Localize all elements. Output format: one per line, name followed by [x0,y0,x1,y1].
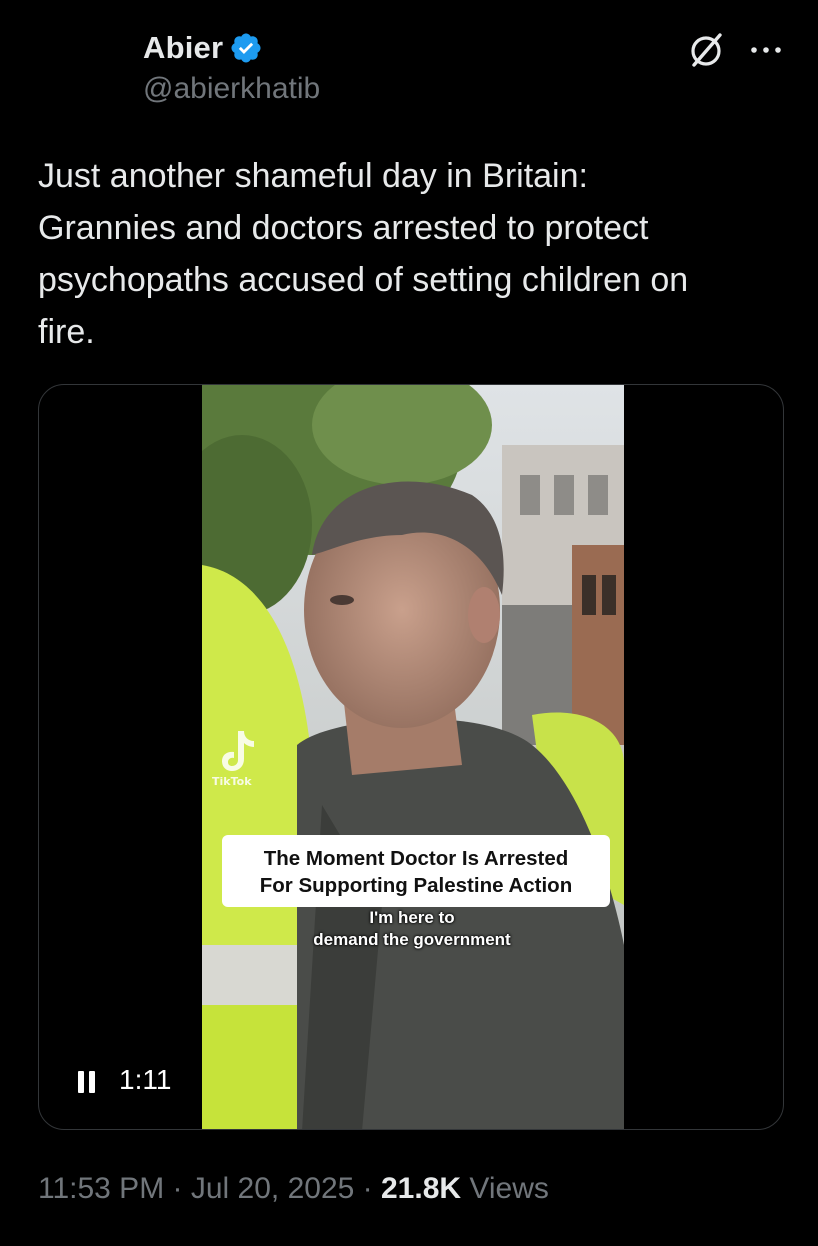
grok-icon[interactable] [686,30,726,70]
views-label: Views [461,1172,549,1205]
video-subtitle-line2: demand the government [313,930,511,949]
tiktok-watermark-text: TikTok [212,775,252,788]
meta-separator: · [164,1172,191,1205]
video-subtitle-line1: I'm here to [369,908,455,927]
tiktok-logo-icon: TikTok [212,731,254,788]
tweet-time[interactable]: 11:53 PM [38,1172,164,1205]
video-duration: 1:11 [119,1064,172,1095]
video-caption-box: The Moment Doctor Is Arrested For Suppor… [222,835,610,907]
video-player[interactable]: TikTok The Moment Doctor Is Arrested For… [38,384,784,1130]
video-subtitle: I'm here to demand the government [272,907,552,951]
author-display-name[interactable]: Abier [143,30,223,66]
tweet-date[interactable]: Jul 20, 2025 [191,1172,354,1205]
tweet-text: Just another shameful day in Britain: Gr… [38,157,689,351]
video-frame[interactable]: TikTok The Moment Doctor Is Arrested For… [202,385,624,1129]
video-caption-line1: The Moment Doctor Is Arrested [263,847,569,870]
verified-badge-icon[interactable] [229,31,263,65]
name-row: Abier [143,30,320,66]
author-handle[interactable]: @abierkhatib [143,72,320,106]
tweet-header: Abier @abierkhatib [143,30,320,106]
meta-separator: · [354,1172,381,1205]
views-count[interactable]: 21.8K [381,1172,461,1205]
video-caption-line2: For Supporting Palestine Action [259,874,573,897]
more-options-icon[interactable] [748,44,784,56]
tweet-meta: 11:53 PM · Jul 20, 2025 · 21.8K Views [38,1172,549,1206]
pause-icon[interactable] [78,1071,98,1095]
